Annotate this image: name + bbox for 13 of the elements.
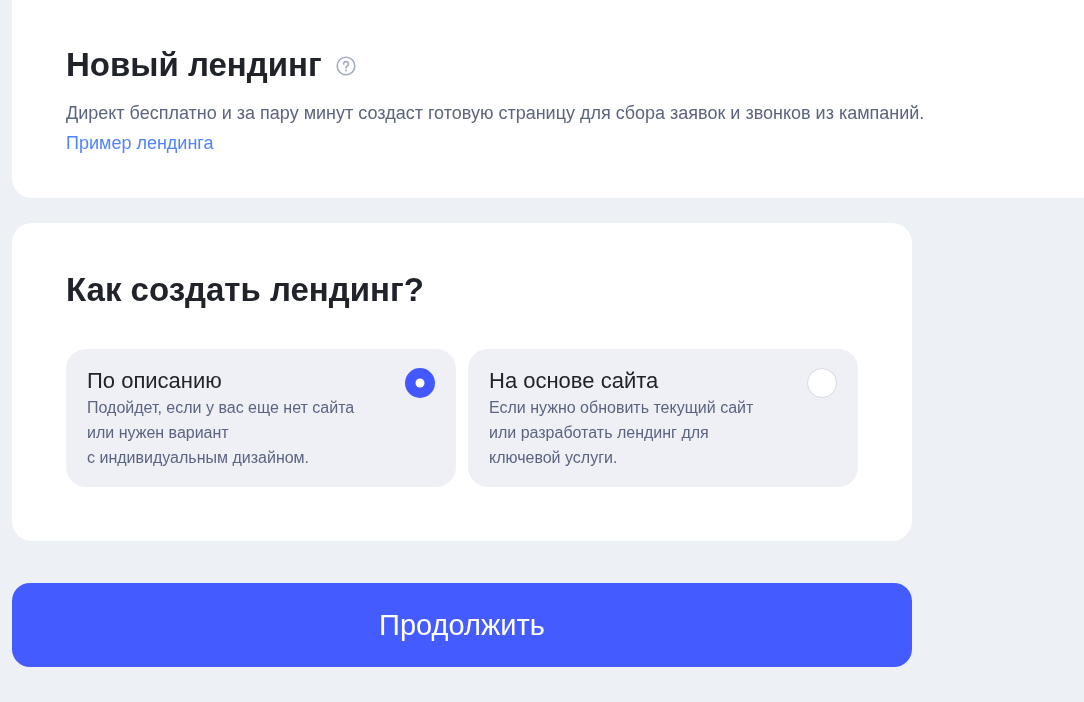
option-title: По описанию bbox=[87, 367, 223, 395]
radio-button[interactable] bbox=[807, 368, 837, 398]
section-title: Как создать лендинг? bbox=[66, 270, 425, 310]
option-description: Если нужно обновить текущий сайт или разработать лендинг для ключевой услуги. bbox=[489, 398, 754, 468]
option-card[interactable]: По описанию Подойдет, если у вас еще нет сайта или нужен вариант с индивидуальным дизайном. bbox=[66, 349, 456, 487]
continue-button[interactable]: Продолжить bbox=[12, 583, 912, 667]
help-icon[interactable] bbox=[335, 56, 356, 76]
option-title: На основе сайта bbox=[489, 367, 660, 395]
page-title: Новый лендинг bbox=[66, 45, 322, 85]
radio-button[interactable] bbox=[405, 368, 435, 398]
option-card[interactable]: На основе сайта Если нужно обновить текущий сайт или разработать лендинг для ключевой услуги. bbox=[468, 349, 858, 487]
intro-description: Директ бесплатно и за пару минут создаст готовую страницу для сбора заявок и звонков из кампаний. bbox=[66, 102, 926, 125]
option-description: Подойдет, если у вас еще нет сайта или нужен вариант с индивидуальным дизайном. bbox=[87, 398, 355, 468]
